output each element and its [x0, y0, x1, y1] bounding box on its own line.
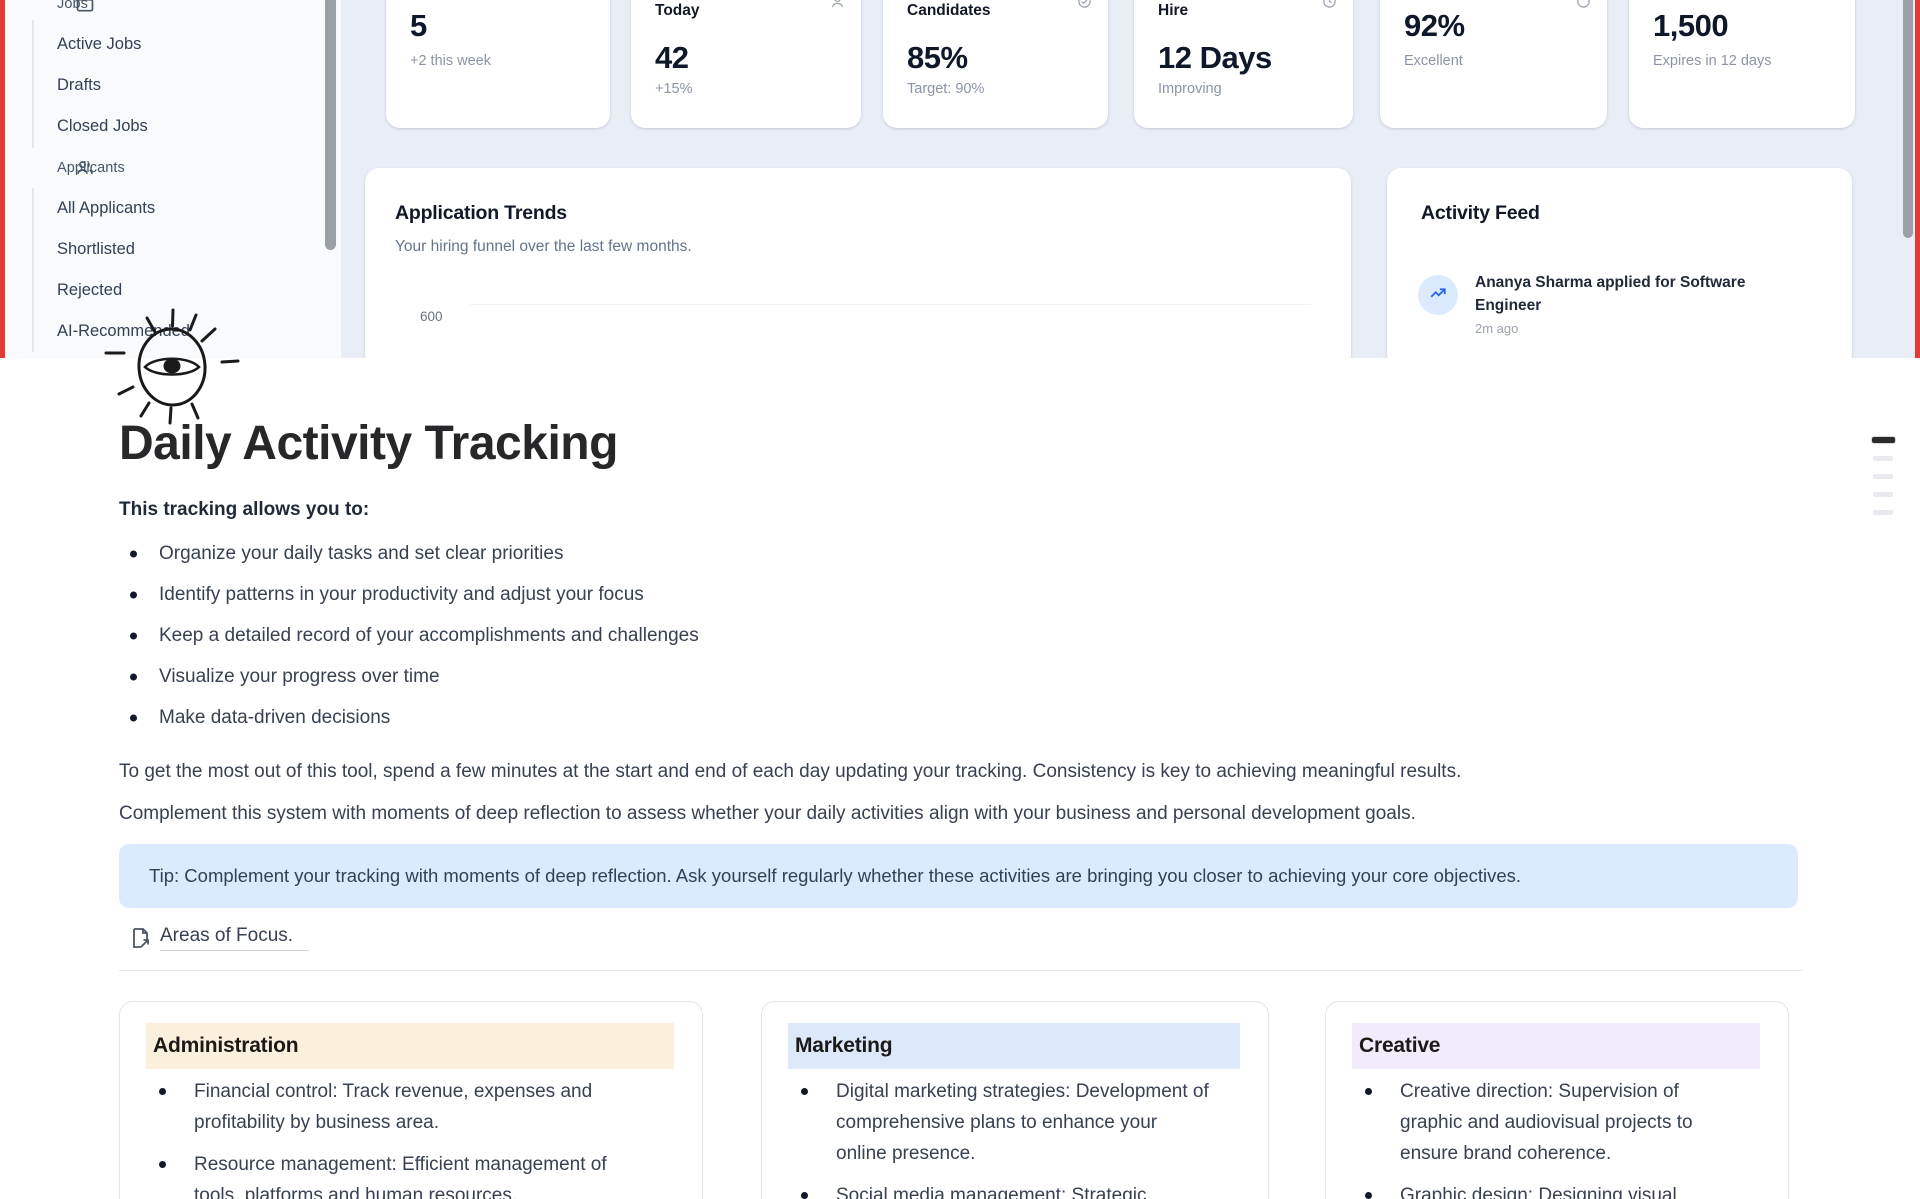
section-divider: [119, 970, 1803, 971]
stat-value: 42: [655, 40, 688, 76]
page: Jobs Active Jobs Drafts Closed Jobs Appl…: [0, 0, 1920, 1199]
sidebar-scrollbar[interactable]: [325, 0, 336, 250]
sidebar-item-drafts[interactable]: Drafts: [5, 65, 341, 106]
paragraph: To get the most out of this tool, spend …: [119, 761, 1803, 783]
focus-card-title: Administration: [146, 1023, 674, 1069]
focus-card-administration: Administration Financial control: Track …: [119, 1001, 703, 1199]
stat-subtext: Target: 90%: [907, 81, 984, 97]
page-title: Daily Activity Tracking: [119, 416, 1803, 471]
list-item: Digital marketing strategies: Developmen…: [762, 1076, 1242, 1169]
sidebar-item-label: Closed Jobs: [57, 117, 148, 136]
activity-text: Ananya Sharma applied for Software Engin…: [1475, 271, 1745, 317]
focus-card-title: Marketing: [788, 1023, 1240, 1069]
chart-y-axis-tick: 600: [420, 309, 443, 324]
sidebar-item-applicants[interactable]: Applicants: [5, 147, 341, 188]
stat-card-time-to-hire: Hire 12 Days Improving: [1134, 0, 1353, 128]
users-icon: [75, 158, 95, 178]
focus-cards-row: Administration Financial control: Track …: [119, 1001, 1803, 1199]
activity-feed-item[interactable]: Ananya Sharma applied for Software Engin…: [1418, 275, 1745, 336]
activity-avatar: [1418, 275, 1458, 315]
stat-value: 1,500: [1653, 8, 1728, 44]
list-item: Social media management: Strategic: [762, 1180, 1242, 1199]
highlight-border-left: [0, 0, 5, 358]
chart-gridline: [470, 304, 1311, 305]
stat-card-offer-acceptance: 92% Excellent: [1380, 0, 1607, 128]
sidebar-item-shortlisted[interactable]: Shortlisted: [5, 229, 341, 270]
stat-card-applications-today: Today 42 +15%: [631, 0, 861, 128]
panel-subtitle: Your hiring funnel over the last few mon…: [395, 238, 692, 256]
activity-feed-panel: Activity Feed Ananya Sharma applied for …: [1387, 168, 1852, 358]
radiant-eye-doodle-icon: [97, 300, 247, 430]
list-item: Organize your daily tasks and set clear …: [119, 533, 1803, 574]
list-item: Resource management: Efficient managemen…: [120, 1149, 676, 1199]
toc-current-section-bar[interactable]: [1872, 437, 1895, 443]
focus-card-creative: Creative Creative direction: Supervision…: [1325, 1001, 1789, 1199]
list-item: Visualize your progress over time: [119, 656, 1803, 697]
trending-up-icon: [1429, 284, 1447, 307]
stat-title: Today: [655, 2, 700, 20]
clock-icon: [1322, 0, 1337, 9]
tip-text: Tip: Complement your tracking with momen…: [149, 865, 1521, 887]
application-trends-panel: Application Trends Your hiring funnel ov…: [365, 168, 1351, 358]
sidebar-item-all-applicants[interactable]: All Applicants: [5, 188, 341, 229]
sidebar-item-label: All Applicants: [57, 199, 155, 218]
list-item: Financial control: Track revenue, expens…: [120, 1076, 676, 1138]
document-arrow-icon: [128, 926, 152, 950]
panel-title: Application Trends: [395, 202, 567, 225]
stat-card-active-jobs: 5 +2 this week: [386, 0, 610, 128]
document-section: Daily Activity Tracking This tracking al…: [0, 358, 1920, 1199]
paragraph: Complement this system with moments of d…: [119, 803, 1803, 825]
stat-subtext: Improving: [1158, 81, 1222, 97]
stat-title: Hire: [1158, 2, 1188, 20]
list-item: Make data-driven decisions: [119, 697, 1803, 738]
sidebar-item-closed-jobs[interactable]: Closed Jobs: [5, 106, 341, 147]
dashboard-screenshot-section: Jobs Active Jobs Drafts Closed Jobs Appl…: [0, 0, 1920, 358]
stat-value: 92%: [1404, 8, 1465, 44]
stat-value: 12 Days: [1158, 40, 1272, 76]
focus-card-marketing: Marketing Digital marketing strategies: …: [761, 1001, 1269, 1199]
panel-title: Activity Feed: [1421, 202, 1540, 225]
check-circle-icon: [1077, 0, 1092, 9]
stat-title: Candidates: [907, 2, 991, 20]
activity-timestamp: 2m ago: [1475, 321, 1745, 336]
stat-card-shortlisted-candidates: Candidates 85% Target: 90%: [883, 0, 1108, 128]
highlight-border-right: [1915, 0, 1920, 358]
stat-subtext: +2 this week: [410, 53, 491, 69]
stat-value: 5: [410, 8, 427, 44]
stat-value: 85%: [907, 40, 968, 76]
sidebar-item-label: Rejected: [57, 281, 122, 300]
list-item: Keep a detailed record of your accomplis…: [119, 615, 1803, 656]
toc-indicator[interactable]: [1872, 437, 1895, 515]
toc-section-bar[interactable]: [1873, 510, 1893, 515]
focus-card-title: Creative: [1352, 1023, 1760, 1069]
tip-callout: Tip: Complement your tracking with momen…: [119, 844, 1798, 908]
areas-of-focus-link[interactable]: Areas of Focus.: [160, 925, 309, 951]
briefcase-icon: [75, 0, 95, 14]
toc-section-bar[interactable]: [1873, 474, 1893, 479]
stat-subtext: Expires in 12 days: [1653, 53, 1771, 69]
list-item: Graphic design: Designing visual: [1326, 1180, 1762, 1199]
toc-section-bar[interactable]: [1873, 456, 1893, 461]
list-item: Identify patterns in your productivity a…: [119, 574, 1803, 615]
sidebar-item-label: Drafts: [57, 76, 101, 95]
stat-subtext: +15%: [655, 81, 693, 97]
intro-heading: This tracking allows you to:: [119, 499, 1803, 521]
sidebar-item-active-jobs[interactable]: Active Jobs: [5, 24, 341, 65]
page-scrollbar[interactable]: [1903, 0, 1913, 238]
sidebar-item-label: Active Jobs: [57, 35, 141, 54]
clock-icon: [1576, 0, 1591, 9]
stat-card-credits: 1,500 Expires in 12 days: [1629, 0, 1855, 128]
sidebar-item-label: Shortlisted: [57, 240, 135, 259]
benefits-list: Organize your daily tasks and set clear …: [119, 533, 1803, 738]
sidebar-item-jobs[interactable]: Jobs: [5, 0, 341, 24]
stat-subtext: Excellent: [1404, 53, 1463, 69]
user-icon: [830, 0, 845, 9]
toc-section-bar[interactable]: [1873, 492, 1893, 497]
list-item: Creative direction: Supervision of graph…: [1326, 1076, 1762, 1169]
